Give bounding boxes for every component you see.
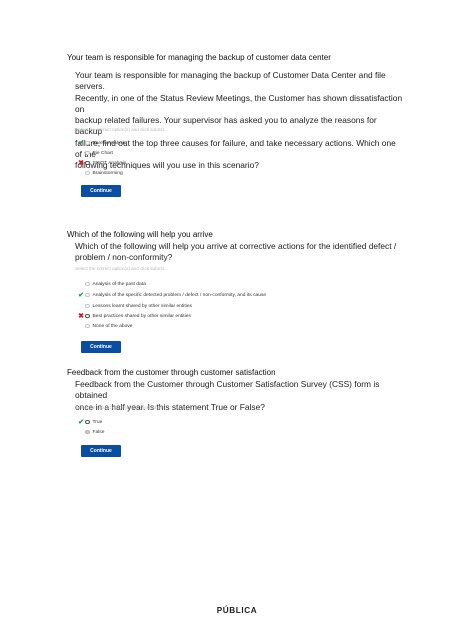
radio-button[interactable] — [85, 150, 90, 156]
continue-button[interactable]: Continue — [81, 341, 121, 353]
option-false[interactable]: False — [72, 428, 104, 436]
instruction-hint: Select the correct option(s) and click s… — [75, 266, 166, 271]
classification-footer: PÚBLICA — [216, 606, 258, 615]
check-icon: ✔ — [78, 291, 84, 299]
option-pie-chart[interactable]: Pie Chart — [72, 149, 113, 157]
question-title: Your team is responsible for managing th… — [67, 53, 331, 62]
radio-button[interactable] — [85, 292, 90, 298]
option-pareto-analysis[interactable]: ✔ Pareto Analysis — [72, 139, 126, 147]
radio-button[interactable] — [85, 313, 90, 319]
question-title: Which of the following will help you arr… — [67, 230, 213, 239]
radio-button[interactable] — [85, 303, 90, 309]
option-brainstorming[interactable]: Brainstorming — [72, 169, 123, 177]
question-title: Feedback from the customer through custo… — [67, 368, 276, 377]
continue-button[interactable]: Continue — [81, 185, 121, 197]
radio-button[interactable] — [85, 170, 90, 176]
option-lessons-learnt[interactable]: Lessons learnt shared by other similar e… — [72, 302, 192, 310]
check-icon: ✔ — [78, 139, 84, 147]
question-text: Which of the following will help you arr… — [75, 241, 397, 263]
cross-icon: ✖ — [78, 159, 84, 167]
option-swot-analysis[interactable]: ✖ SWOT Analysis — [72, 159, 126, 167]
radio-button[interactable] — [85, 160, 90, 166]
instruction-hint: Select the correct option(s) and click s… — [75, 127, 166, 132]
radio-button[interactable] — [85, 429, 90, 435]
instruction-hint: Select the correct option(s) and click s… — [75, 405, 166, 410]
option-best-practices[interactable]: ✖ Best practices shared by other similar… — [72, 312, 191, 320]
radio-button[interactable] — [85, 140, 90, 146]
radio-button[interactable] — [85, 281, 90, 287]
option-past-data[interactable]: Analysis of the past data — [72, 280, 146, 288]
cross-icon: ✖ — [78, 312, 84, 320]
radio-button[interactable] — [85, 323, 90, 329]
continue-button[interactable]: Continue — [81, 445, 121, 457]
check-icon: ✔ — [78, 418, 84, 426]
option-none[interactable]: None of the above — [72, 322, 132, 330]
question-text: Your team is responsible for managing th… — [75, 70, 403, 171]
option-true[interactable]: ✔ True — [72, 418, 102, 426]
option-specific-problem[interactable]: ✔ Analysis of the specific detected prob… — [72, 291, 266, 299]
radio-button[interactable] — [85, 419, 90, 425]
